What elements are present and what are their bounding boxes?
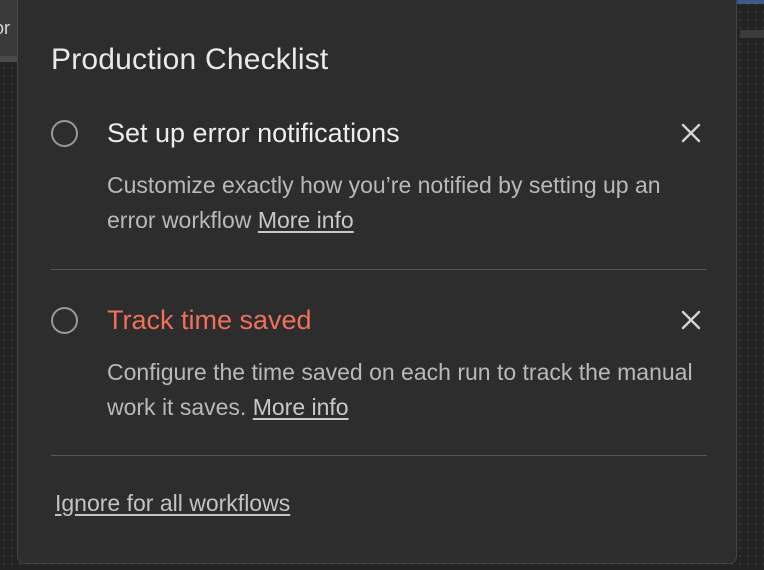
divider: [51, 455, 707, 456]
close-icon[interactable]: [680, 309, 702, 331]
checklist-item-description-text: Customize exactly how you’re notified by…: [107, 172, 661, 233]
checklist-title: Production Checklist: [51, 43, 329, 76]
checklist-item-description-text: Configure the time saved on each run to …: [107, 359, 693, 420]
background-right-strip: [740, 30, 764, 38]
checklist-item-title: Set up error notifications: [107, 118, 400, 148]
checklist-item-description: Customize exactly how you’re notified by…: [107, 168, 697, 238]
checklist-item-radio[interactable]: [51, 120, 78, 147]
background-tab-label: or: [0, 18, 11, 38]
more-info-link[interactable]: More info: [253, 394, 349, 420]
production-checklist-popover: Production Checklist Set up error notifi…: [17, 0, 737, 564]
ignore-for-all-workflows-link[interactable]: Ignore for all workflows: [55, 490, 290, 517]
checklist-item-description: Configure the time saved on each run to …: [107, 355, 697, 425]
more-info-link[interactable]: More info: [258, 207, 354, 233]
divider: [51, 269, 707, 270]
close-icon[interactable]: [680, 122, 702, 144]
checklist-item-title: Track time saved: [107, 305, 312, 335]
checklist-item-radio[interactable]: [51, 307, 78, 334]
